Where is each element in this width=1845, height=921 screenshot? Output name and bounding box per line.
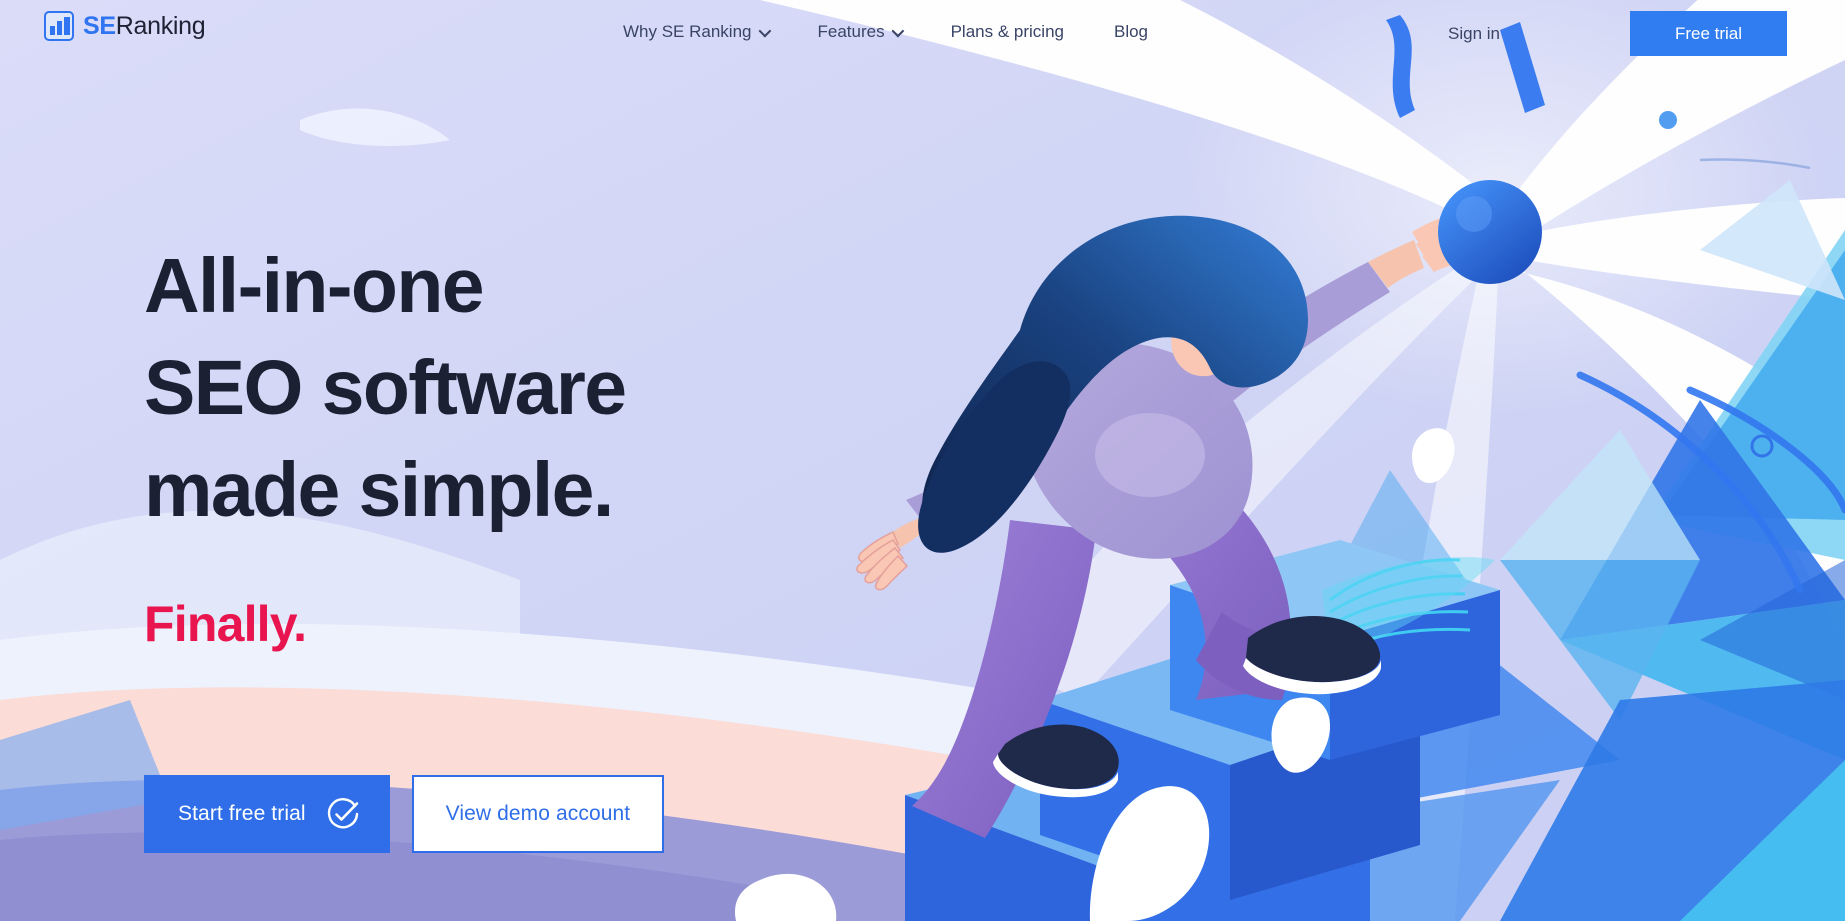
hero-cta-row: Start free trial View demo account	[144, 775, 665, 853]
start-free-trial-label: Start free trial	[178, 802, 306, 825]
nav-item-why-se-ranking[interactable]: Why SE Ranking	[598, 22, 793, 42]
hero-copy: All-in-one SEO software made simple. Fin…	[144, 235, 627, 652]
sign-in-link[interactable]: Sign in	[1448, 24, 1500, 44]
headline-line-2: SEO software	[144, 345, 627, 431]
headline-line-1: All-in-one	[144, 243, 485, 329]
logo-wordmark: SERanking	[83, 11, 206, 41]
main-navigation: Why SE Ranking Features Plans & pricing …	[598, 22, 1173, 42]
view-demo-account-button[interactable]: View demo account	[411, 775, 665, 853]
page-title: All-in-one SEO software made simple.	[144, 235, 627, 541]
site-header: SERanking Why SE Ranking Features Plans …	[0, 0, 1845, 64]
logo-word-se: SE	[83, 12, 116, 40]
hero-subheadline: Finally.	[144, 596, 307, 652]
nav-label: Why SE Ranking	[623, 22, 752, 41]
nav-item-features[interactable]: Features	[793, 22, 926, 42]
logo-word-ranking: Ranking	[115, 12, 206, 40]
nav-item-blog[interactable]: Blog	[1089, 22, 1173, 42]
nav-label: Plans & pricing	[950, 22, 1064, 41]
free-trial-button[interactable]: Free trial	[1630, 11, 1787, 56]
headline-line-3: made simple.	[144, 447, 614, 533]
nav-label: Blog	[1113, 22, 1149, 41]
chevron-down-icon	[891, 24, 904, 37]
start-free-trial-button[interactable]: Start free trial	[144, 775, 390, 853]
nav-item-plans-pricing[interactable]: Plans & pricing	[926, 22, 1089, 42]
logo-link[interactable]: SERanking	[44, 11, 206, 41]
nav-label: Features	[817, 22, 885, 41]
check-circle-icon	[327, 798, 358, 829]
page-root: SERanking Why SE Ranking Features Plans …	[0, 0, 1845, 921]
chevron-down-icon	[758, 24, 771, 37]
bar-chart-icon	[44, 11, 74, 41]
